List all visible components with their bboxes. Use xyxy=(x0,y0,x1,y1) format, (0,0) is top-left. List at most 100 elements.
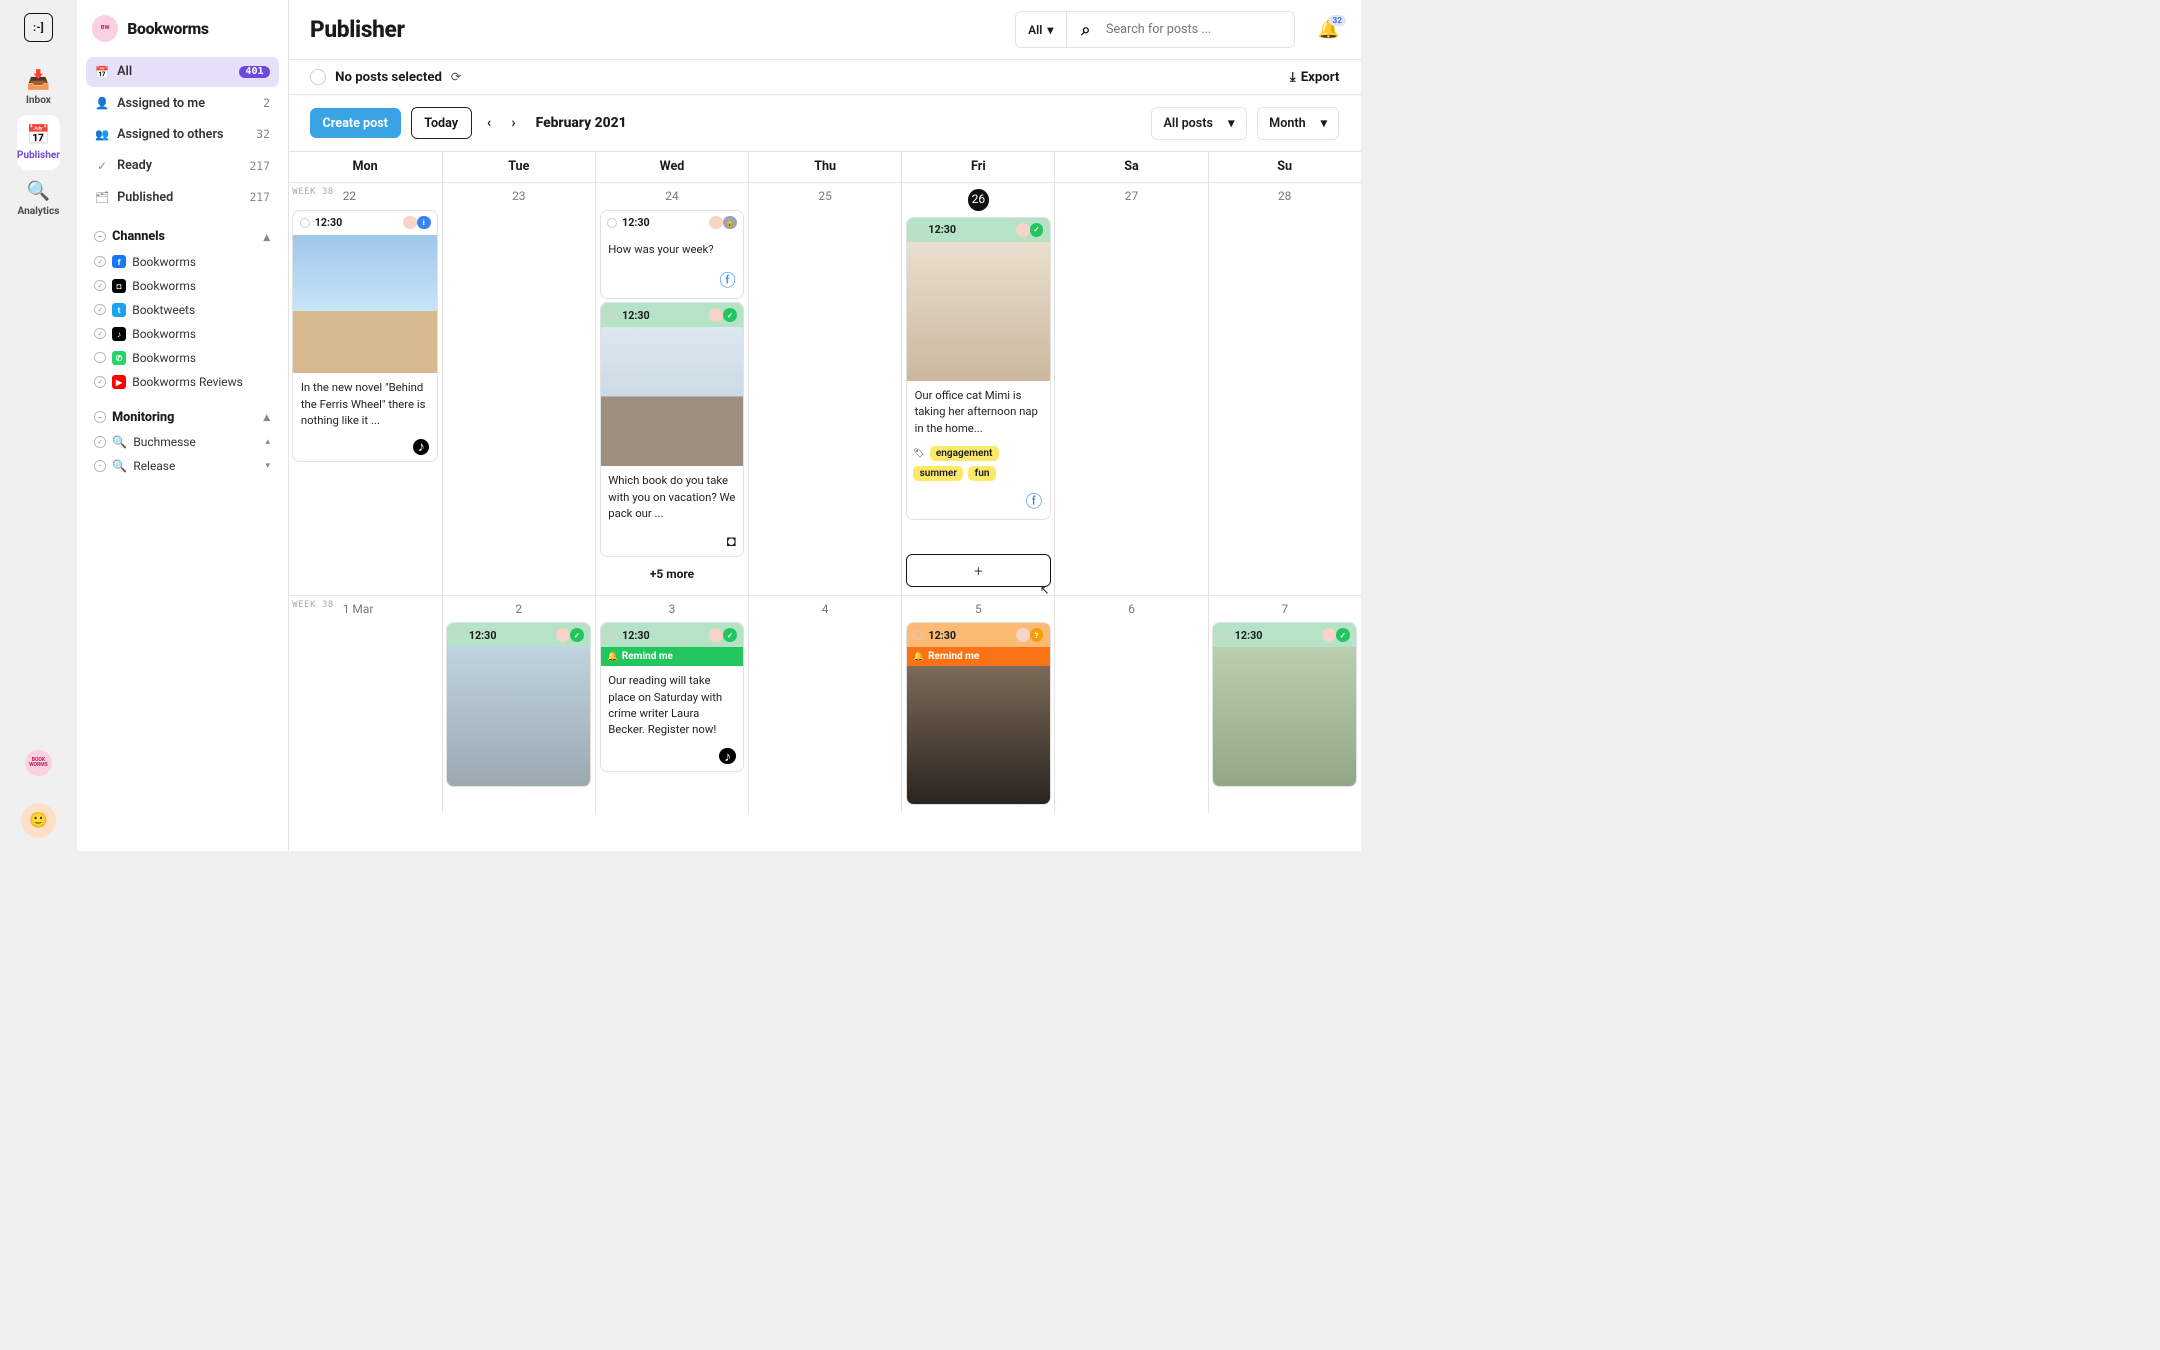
select-all-checkbox[interactable] xyxy=(310,69,326,85)
post-card-header: 12:30✓ xyxy=(1213,623,1356,647)
workspace-header[interactable]: BW Bookworms xyxy=(86,15,279,41)
calendar-cell[interactable]: 512:30?🔔Remind me xyxy=(901,596,1054,813)
more-posts-link[interactable]: +5 more xyxy=(600,561,745,588)
channel-checkbox[interactable] xyxy=(94,352,105,363)
post-checkbox[interactable] xyxy=(607,218,617,228)
view-select[interactable]: Month ▾ xyxy=(1257,107,1340,140)
chevron-down-icon: ▾ xyxy=(1321,115,1327,131)
calendar-cell[interactable]: Week 382212:30iIn the new novel "Behind … xyxy=(289,183,442,595)
folder-label: Ready xyxy=(117,158,242,173)
folder-published[interactable]: 🗂Published217 xyxy=(86,182,279,212)
reminder-label: Remind me xyxy=(928,651,979,662)
calendar-cell[interactable]: 312:30✓🔔Remind meOur reading will take p… xyxy=(595,596,748,813)
reminder-banner[interactable]: 🔔Remind me xyxy=(907,647,1050,666)
channel-item[interactable]: ✓◘Bookworms xyxy=(86,274,279,298)
post-text: In the new novel "Behind the Ferris Whee… xyxy=(293,373,437,435)
folder-label: All xyxy=(117,64,231,79)
calendar-cell[interactable]: 25 xyxy=(748,183,901,595)
calendar-cell[interactable]: 212:30✓ xyxy=(442,596,595,813)
search-input[interactable] xyxy=(1105,12,1294,47)
next-button[interactable]: › xyxy=(506,110,520,136)
channel-item[interactable]: ✆Bookworms xyxy=(86,346,279,370)
channel-checkbox[interactable]: ✓ xyxy=(94,280,105,291)
post-checkbox[interactable] xyxy=(300,218,310,228)
channels-section-header[interactable]: − Channels ▴ xyxy=(86,213,279,249)
posts-filter-select[interactable]: All posts ▾ xyxy=(1151,107,1247,140)
post-image xyxy=(1213,647,1356,786)
post-checkbox[interactable] xyxy=(1220,630,1230,640)
tag[interactable]: fun xyxy=(968,466,995,481)
calendar-cell[interactable]: 6 xyxy=(1054,596,1207,813)
monitoring-item[interactable]: −🔍Release▾ xyxy=(86,454,279,478)
post-card[interactable]: 12:30✓🔔Remind meOur reading will take pl… xyxy=(600,622,745,771)
publisher-icon: 📅 xyxy=(27,123,51,146)
bell-icon: 🔔 xyxy=(607,652,618,662)
channel-item[interactable]: ✓♪Bookworms xyxy=(86,322,279,346)
today-button[interactable]: Today xyxy=(411,107,472,139)
calendar-cell[interactable]: 2412:30🔒How was your week?ⓕ12:30✓Which b… xyxy=(595,183,748,595)
calendar-cell[interactable]: 28 xyxy=(1208,183,1361,595)
folder-assigned-to-others[interactable]: 👥Assigned to others32 xyxy=(86,119,279,149)
rail-item-inbox[interactable]: 📥Inbox xyxy=(17,59,60,114)
day-header: Su xyxy=(1208,152,1361,182)
calendar-cell[interactable]: 4 xyxy=(748,596,901,813)
calendar-cell[interactable]: Week 381 Mar xyxy=(289,596,442,813)
post-card[interactable]: 12:30iIn the new novel "Behind the Ferri… xyxy=(292,210,438,463)
post-checkbox[interactable] xyxy=(607,310,617,320)
reminder-banner[interactable]: 🔔Remind me xyxy=(601,647,744,666)
folder-all[interactable]: 📅All401 xyxy=(86,57,279,87)
folder-icon: 👥 xyxy=(94,127,109,141)
post-text: Our reading will take place on Saturday … xyxy=(601,666,744,744)
post-checkbox[interactable] xyxy=(607,630,617,640)
channel-checkbox[interactable]: ✓ xyxy=(94,256,105,267)
folder-ready[interactable]: ✓ Ready 217 xyxy=(86,151,279,181)
post-card-header: 12:30✓ xyxy=(907,218,1050,242)
monitoring-toggle[interactable]: ✓ xyxy=(94,436,105,447)
calendar-cell[interactable]: 23 xyxy=(442,183,595,595)
post-time: 12:30 xyxy=(622,629,650,642)
export-button[interactable]: ⤓ Export xyxy=(1290,70,1340,85)
user-avatar[interactable]: 🙂 xyxy=(21,803,56,838)
post-image xyxy=(293,235,437,374)
folder-label: Published xyxy=(117,190,242,205)
monitoring-item[interactable]: ✓🔍Buchmesse▴ xyxy=(86,430,279,454)
tag[interactable]: engagement xyxy=(930,446,999,461)
calendar-cell[interactable]: 26 12:30✓Our office cat Mimi is taking he… xyxy=(901,183,1054,595)
calendar-cell[interactable]: 27 xyxy=(1054,183,1207,595)
channel-item[interactable]: ✓fBookworms xyxy=(86,250,279,274)
post-card[interactable]: 12:30🔒How was your week?ⓕ xyxy=(600,210,745,299)
post-checkbox[interactable] xyxy=(913,225,923,235)
post-card[interactable]: 12:30✓Our office cat Mimi is taking her … xyxy=(906,217,1051,520)
post-checkbox[interactable] xyxy=(913,630,923,640)
export-label: Export xyxy=(1301,70,1340,85)
tag[interactable]: summer xyxy=(913,466,963,481)
monitoring-section-header[interactable]: − Monitoring ▴ xyxy=(86,394,279,430)
monitoring-toggle[interactable]: − xyxy=(94,460,105,471)
channel-item[interactable]: ✓▶Bookworms Reviews xyxy=(86,370,279,394)
rail-item-analytics[interactable]: 🔍Analytics xyxy=(17,170,60,225)
folder-assigned-to-me[interactable]: 👤Assigned to me2 xyxy=(86,88,279,118)
channel-item[interactable]: ✓tBooktweets xyxy=(86,298,279,322)
selection-text: No posts selected xyxy=(335,70,442,85)
post-card[interactable]: 12:30?🔔Remind me xyxy=(906,622,1051,805)
prev-button[interactable]: ‹ xyxy=(482,110,496,136)
post-card[interactable]: 12:30✓Which book do you take with you on… xyxy=(600,302,745,556)
post-card[interactable]: 12:30✓ xyxy=(446,622,591,787)
channel-checkbox[interactable]: ✓ xyxy=(94,376,105,387)
rail-item-publisher[interactable]: 📅Publisher xyxy=(17,115,60,170)
post-image xyxy=(907,666,1050,805)
channel-checkbox[interactable]: ✓ xyxy=(94,328,105,339)
calendar-cell[interactable]: 712:30✓ xyxy=(1208,596,1361,813)
add-post-button[interactable]: +↖ xyxy=(906,554,1051,587)
day-number: 26 xyxy=(906,187,1051,213)
create-post-button[interactable]: Create post xyxy=(310,108,401,138)
notifications-button[interactable]: 🔔 32 xyxy=(1317,20,1339,40)
channel-checkbox[interactable]: ✓ xyxy=(94,304,105,315)
folder-icon: ✓ xyxy=(94,159,109,173)
org-avatar[interactable]: BOOK WORMS xyxy=(25,750,51,776)
post-checkbox[interactable] xyxy=(454,630,464,640)
folder-count: 217 xyxy=(249,159,269,173)
post-card[interactable]: 12:30✓ xyxy=(1212,622,1357,787)
search-scope-select[interactable]: All ▾ xyxy=(1016,12,1067,47)
refresh-icon[interactable]: ⟳ xyxy=(451,69,462,85)
